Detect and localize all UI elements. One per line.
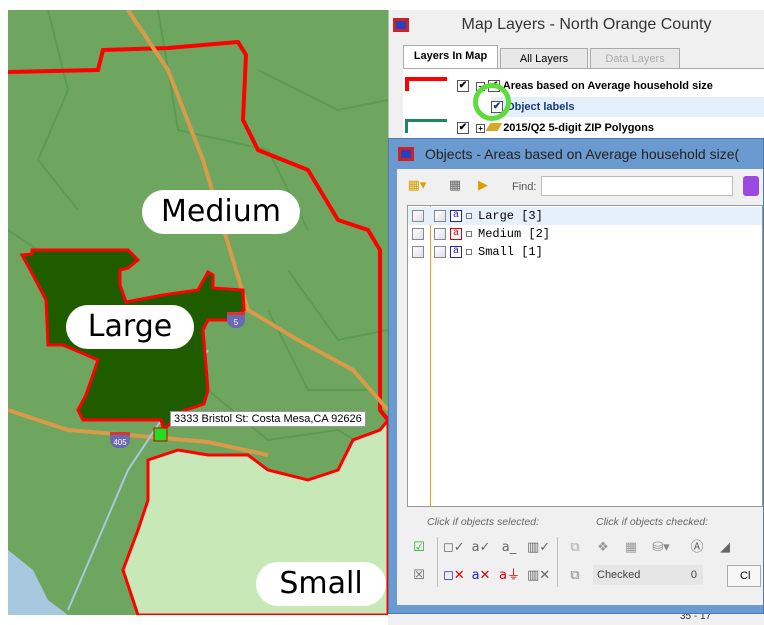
layer-row-object-labels[interactable]: ✔ Object labels: [491, 97, 764, 117]
object-row-medium[interactable]: a Medium [2]: [408, 225, 762, 243]
layer-style-swatch-green: [405, 119, 447, 133]
interstate-5-shield: 5: [227, 312, 245, 328]
divider: [437, 537, 438, 587]
find-label: Find:: [512, 181, 537, 193]
objects-list: a Large [3] a Medium [2] a Small [1]: [407, 205, 763, 507]
fill-style-icon: [434, 210, 446, 222]
tab-layers-in-map[interactable]: Layers In Map: [403, 45, 498, 69]
database-icon[interactable]: ⛁▾: [651, 539, 671, 557]
interstate-405-shield: 405: [110, 432, 130, 448]
tab-data-layers[interactable]: Data Layers: [590, 48, 680, 68]
label-style-icon: a: [450, 210, 462, 222]
hint-selected: Click if objects selected:: [427, 516, 540, 528]
layer-row-zip[interactable]: ✔ + 2015/Q2 5-digit ZIP Polygons: [457, 118, 654, 138]
object-row-large[interactable]: a Large [3]: [408, 207, 762, 225]
fill-style-icon: [434, 246, 446, 258]
layer-label: 2015/Q2 5-digit ZIP Polygons: [503, 122, 654, 134]
expand-icon[interactable]: +: [476, 123, 486, 133]
invert-selection-icon[interactable]: ▶: [473, 177, 493, 195]
chart-remove-icon[interactable]: ▥✕: [527, 567, 550, 585]
checked-status: Checked 0: [593, 565, 703, 585]
map-view[interactable]: Medium Large Small 3333 Bristol St: Cost…: [8, 10, 388, 615]
point-icon: [466, 249, 472, 255]
label-position-icon[interactable]: a_: [499, 539, 519, 557]
objects-title: Objects - Areas based on Average househo…: [425, 146, 740, 162]
row-checkbox[interactable]: [412, 246, 424, 258]
object-label: Large [3]: [478, 209, 543, 223]
combine-icon[interactable]: ❖: [593, 539, 613, 557]
objects-content: ▦▾ ▦ ▶ Find: a Large [3] a Medium [2] a …: [397, 169, 763, 605]
layer-style-swatch-red: [405, 77, 447, 91]
range-value[interactable]: 35 - 17: [680, 614, 711, 622]
layer-label: Areas based on Average household size: [502, 80, 713, 92]
address-callout: 3333 Bristol St: Costa Mesa,CA 92626: [170, 411, 366, 427]
bottom-strip: 35 - 17: [388, 614, 764, 625]
label-style-icon: a: [450, 228, 462, 240]
check-selected-icon[interactable]: ☑: [409, 539, 429, 557]
fill-bucket-icon[interactable]: ◢: [715, 539, 735, 557]
tab-all-layers[interactable]: All Layers: [500, 48, 588, 68]
deselect-objects-icon[interactable]: ▦: [445, 177, 465, 195]
checked-label: Checked: [597, 569, 641, 581]
layer-visible-checkbox[interactable]: ✔: [457, 122, 469, 135]
checked-count: 0: [690, 569, 697, 581]
row-checkbox[interactable]: [412, 228, 424, 240]
map-layers-panel: Map Layers - North Orange County Layers …: [388, 10, 764, 145]
layer-visible-checkbox[interactable]: ✔: [457, 80, 469, 93]
merge-icon[interactable]: ⧉: [565, 539, 585, 557]
select-objects-icon[interactable]: ▦▾: [407, 177, 427, 195]
close-button[interactable]: Cl: [727, 565, 761, 587]
chart-check-icon[interactable]: ▥✓: [527, 539, 550, 557]
divider: [557, 537, 558, 587]
label-style-icon: a: [450, 246, 462, 258]
point-icon: [466, 213, 472, 219]
object-label: Small [1]: [478, 245, 543, 259]
remove-fill-icon[interactable]: ◻✕: [443, 567, 465, 585]
set-fill-icon[interactable]: ◻✓: [443, 539, 465, 557]
find-input[interactable]: [541, 176, 733, 196]
app-icon: [398, 147, 414, 161]
objects-window: Objects - Areas based on Average househo…: [388, 138, 764, 614]
map-label-medium: Medium: [142, 190, 300, 234]
uncheck-selected-icon[interactable]: ☒: [409, 567, 429, 585]
grid-icon[interactable]: ▦: [621, 539, 641, 557]
point-icon: [466, 231, 472, 237]
layer-label: Object labels: [506, 101, 575, 113]
toggle-checked-icon[interactable]: ⧉: [565, 567, 585, 585]
fill-style-icon: [434, 228, 446, 240]
polygon-layer-icon: [485, 123, 503, 131]
object-row-small[interactable]: a Small [1]: [408, 243, 762, 261]
label-ground-icon[interactable]: a⏚: [499, 567, 520, 585]
map-label-small: Small: [256, 562, 386, 606]
find-button[interactable]: [743, 176, 759, 196]
map-label-large: Large: [66, 305, 194, 349]
layer-list: ✔ − ✔ Areas based on Average household s…: [403, 68, 764, 145]
highlight-circle: [473, 83, 511, 121]
set-label-icon[interactable]: a✓: [471, 539, 491, 557]
row-checkbox[interactable]: [412, 210, 424, 222]
object-label: Medium [2]: [478, 227, 551, 241]
map-canvas: [8, 10, 388, 615]
hint-checked: Click if objects checked:: [596, 516, 709, 528]
address-marker: [153, 427, 168, 442]
map-layers-title: Map Layers - North Orange County: [461, 16, 712, 33]
text-label-icon[interactable]: Ⓐ: [687, 539, 707, 557]
remove-label-icon[interactable]: a✕: [471, 567, 491, 585]
